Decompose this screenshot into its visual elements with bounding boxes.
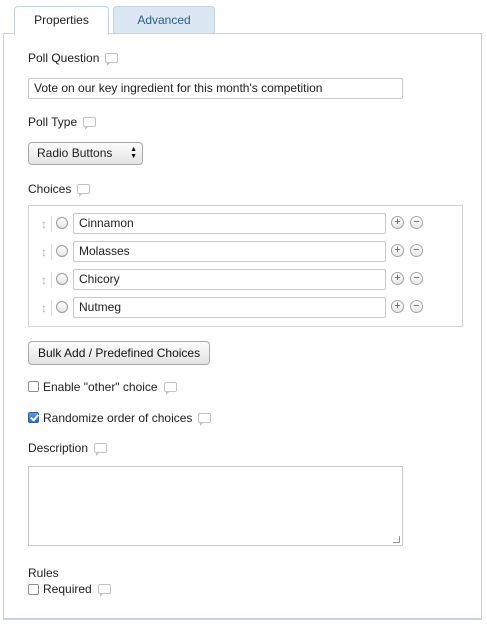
poll-type-label: Poll Type [28,115,97,130]
randomize-label: Randomize order of choices [43,411,212,426]
speech-bubble-icon[interactable] [163,382,177,395]
rules-label: Rules [28,566,59,580]
choice-row: ↕ Molasses + − [29,241,462,263]
divider [51,216,52,232]
choice-radio[interactable] [56,245,68,257]
speech-bubble-icon[interactable] [198,413,212,426]
poll-type-select[interactable]: Radio Buttons ▲ ▼ [28,142,143,165]
drag-handle-icon[interactable]: ↕ [41,273,47,287]
choice-input[interactable]: Chicory [73,269,386,290]
tab-advanced[interactable]: Advanced [113,6,215,34]
randomize-label-text: Randomize order of choices [43,411,193,425]
poll-question-input[interactable]: Vote on our key ingredient for this mont… [28,78,403,99]
choice-row: ↕ Chicory + − [29,269,462,291]
poll-question-label: Poll Question [28,51,119,66]
description-textarea[interactable] [28,466,403,546]
choice-radio[interactable] [56,301,68,313]
choice-row: ↕ Nutmeg + − [29,297,462,319]
poll-question-label-text: Poll Question [28,51,100,65]
drag-handle-icon[interactable]: ↕ [41,217,47,231]
choice-input[interactable]: Molasses [73,241,386,262]
enable-other-checkbox[interactable] [28,381,39,392]
divider [51,244,52,260]
bulk-add-button[interactable]: Bulk Add / Predefined Choices [28,341,211,365]
resize-handle-icon[interactable] [393,536,400,543]
randomize-checkbox[interactable] [28,412,39,423]
description-label: Description [28,441,108,456]
description-label-text: Description [28,441,89,455]
required-checkbox[interactable] [28,584,39,595]
choice-radio[interactable] [56,217,68,229]
choice-row: ↕ Cinnamon + − [29,213,462,235]
plus-circle-icon[interactable]: + [391,272,404,285]
drag-handle-icon[interactable]: ↕ [41,301,47,315]
minus-circle-icon[interactable]: − [410,300,423,313]
speech-bubble-icon[interactable] [97,584,111,597]
speech-bubble-icon[interactable] [83,117,97,130]
divider [51,300,52,316]
minus-circle-icon[interactable]: − [410,244,423,257]
choice-input[interactable]: Nutmeg [73,297,386,318]
plus-circle-icon[interactable]: + [391,300,404,313]
enable-other-label-text: Enable "other" choice [43,380,158,394]
enable-other-label: Enable "other" choice [43,380,177,395]
choices-list: ↕ Cinnamon + − ↕ Molasses + − ↕ Chicory … [28,205,463,327]
poll-type-selected-value: Radio Buttons [37,146,113,160]
required-label: Required [43,582,111,597]
minus-circle-icon[interactable]: − [410,216,423,229]
drag-handle-icon[interactable]: ↕ [41,245,47,259]
minus-circle-icon[interactable]: − [410,272,423,285]
choices-label-text: Choices [28,182,72,196]
divider [51,272,52,288]
choices-label: Choices [28,182,91,197]
choice-input[interactable]: Cinnamon [73,213,386,234]
plus-circle-icon[interactable]: + [391,244,404,257]
required-label-text: Required [43,582,92,596]
speech-bubble-icon[interactable] [105,53,119,66]
poll-type-label-text: Poll Type [28,115,78,129]
updown-arrows-icon: ▲ ▼ [130,146,137,160]
tab-bar: Properties Advanced [0,0,487,35]
plus-circle-icon[interactable]: + [391,216,404,229]
choice-radio[interactable] [56,273,68,285]
speech-bubble-icon[interactable] [94,443,108,456]
speech-bubble-icon[interactable] [77,184,91,197]
tab-properties[interactable]: Properties [14,6,109,35]
